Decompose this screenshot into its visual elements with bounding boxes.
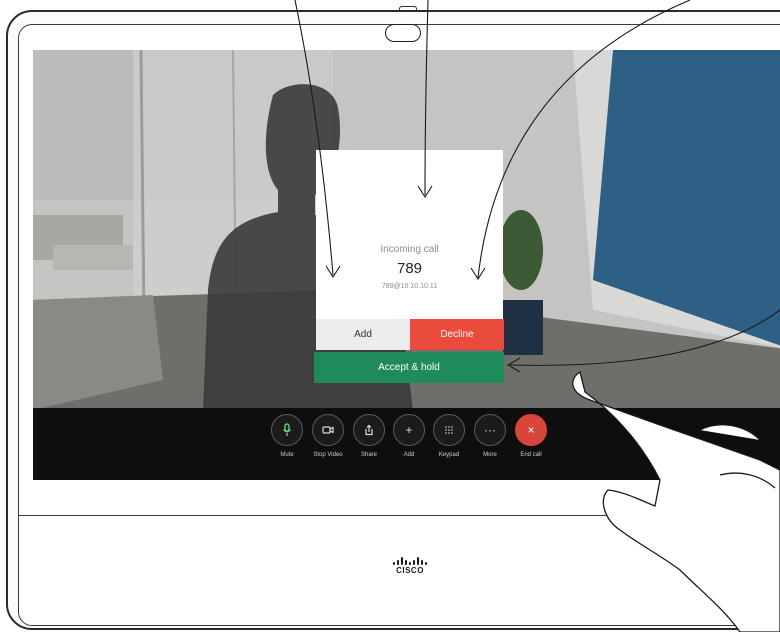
caller-address: 789@10.10.10.11 bbox=[381, 283, 438, 290]
caller-number: 789 bbox=[396, 260, 423, 277]
microphone-icon bbox=[271, 414, 303, 446]
share-label: Share bbox=[360, 452, 377, 458]
end-call-icon: × bbox=[515, 414, 547, 446]
camera-housing bbox=[385, 24, 421, 42]
camera-notch bbox=[399, 6, 417, 11]
dialog-title: Incoming call bbox=[380, 244, 439, 255]
accept-hold-button[interactable]: Accept & hold bbox=[314, 352, 504, 383]
more-label: More bbox=[483, 452, 497, 458]
call-toolbar: Mute Stop Video Share + Add Keypad ··· M… bbox=[33, 408, 780, 480]
keypad-label: Keypad bbox=[438, 452, 460, 458]
add-label: Add bbox=[403, 452, 415, 458]
stop-video-label: Stop Video bbox=[313, 452, 343, 458]
logo-text: CISCO bbox=[396, 566, 424, 575]
share-icon bbox=[353, 414, 385, 446]
more-button[interactable]: ··· More bbox=[470, 414, 510, 458]
add-button[interactable]: Add bbox=[316, 319, 410, 350]
plus-icon: + bbox=[393, 414, 425, 446]
share-button[interactable]: Share bbox=[349, 414, 389, 458]
cisco-logo: CISCO bbox=[390, 557, 430, 575]
camera-icon bbox=[312, 414, 344, 446]
end-call-button[interactable]: × End call bbox=[511, 414, 551, 458]
decline-button[interactable]: Decline bbox=[410, 319, 504, 350]
incoming-call-dialog: Incoming call 789 789@10.10.10.11 bbox=[316, 150, 503, 320]
toolbar-add-button[interactable]: + Add bbox=[389, 414, 429, 458]
end-call-label: End call bbox=[520, 452, 542, 458]
stop-video-button[interactable]: Stop Video bbox=[308, 414, 348, 458]
mute-button[interactable]: Mute bbox=[267, 414, 307, 458]
logo-bars-icon bbox=[390, 557, 430, 565]
keypad-button[interactable]: Keypad bbox=[429, 414, 469, 458]
keypad-icon bbox=[433, 414, 465, 446]
more-icon: ··· bbox=[474, 414, 506, 446]
mute-label: Mute bbox=[280, 452, 294, 458]
bezel-divider bbox=[18, 515, 780, 516]
